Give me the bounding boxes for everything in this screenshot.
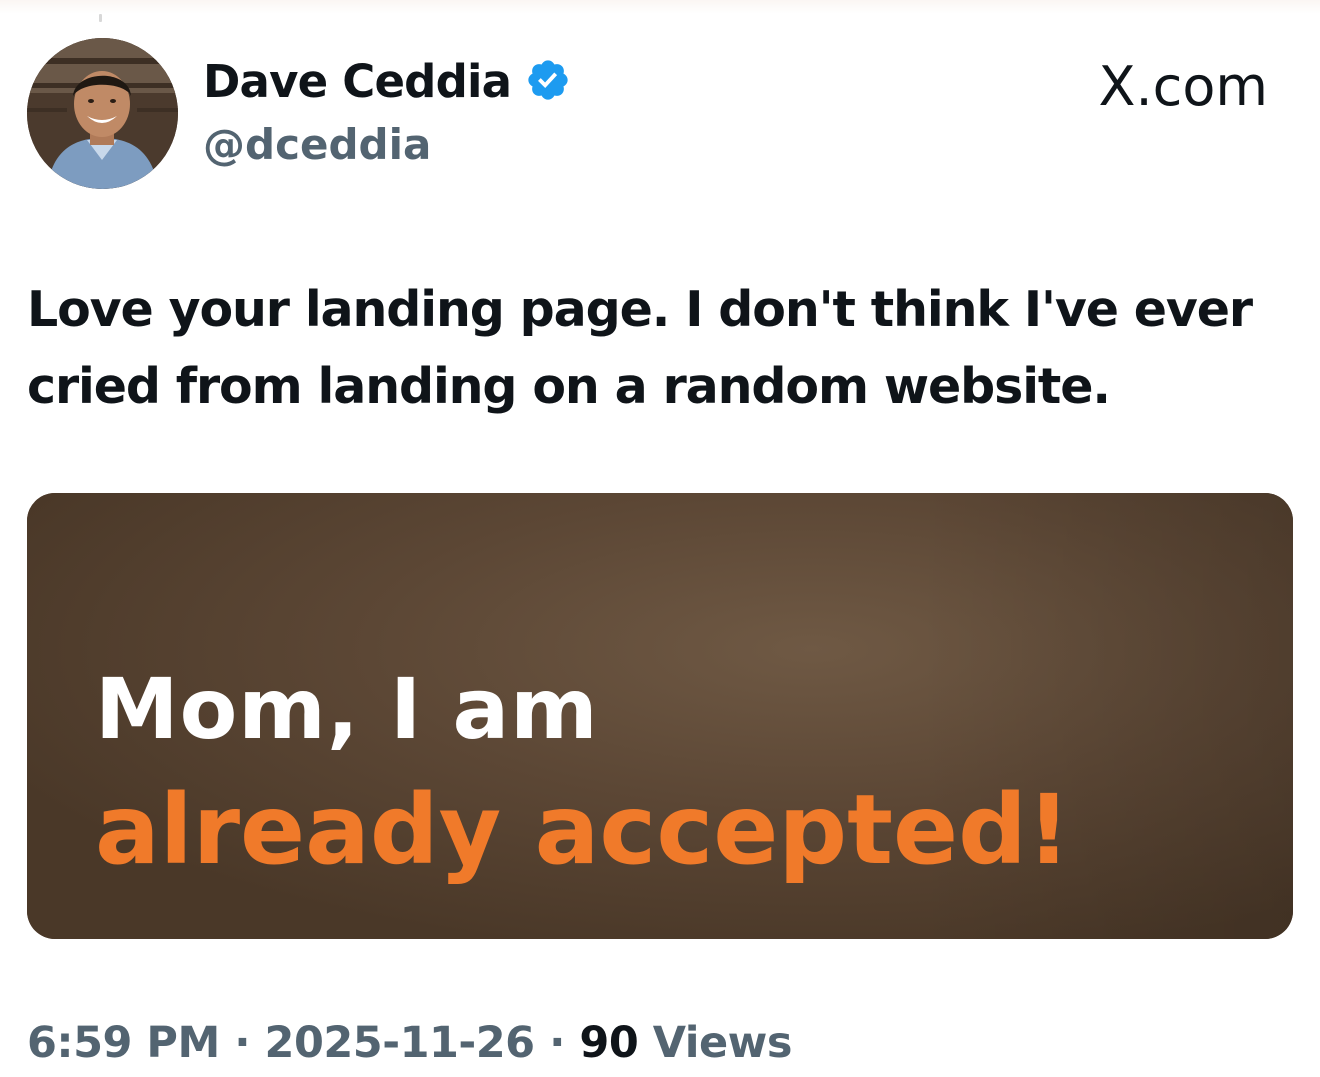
tweet-media-image[interactable]: Mom, I am already accepted! xyxy=(27,493,1293,939)
tweet-date[interactable]: 2025-11-26 xyxy=(265,1018,536,1068)
meta-separator: · xyxy=(234,1018,251,1068)
x-logo-icon[interactable]: X.com xyxy=(1099,52,1269,122)
meta-separator: · xyxy=(549,1018,565,1068)
media-line-1: Mom, I am xyxy=(95,660,599,758)
avatar[interactable] xyxy=(27,38,178,189)
views-count: 90 xyxy=(579,1018,639,1068)
views-label: Views xyxy=(652,1018,793,1068)
tweet-text: Love your landing page. I don't think I'… xyxy=(27,281,1253,415)
tweet-time[interactable]: 6:59 PM xyxy=(27,1018,220,1068)
top-edge-strip xyxy=(0,0,1320,14)
top-edge-tick xyxy=(99,14,102,22)
verified-badge-icon xyxy=(525,57,571,103)
media-line-2: already accepted! xyxy=(95,774,1071,886)
author-handle[interactable]: @dceddia xyxy=(203,116,431,174)
tweet-meta: 6:59 PM · 2025-11-26 · 90 Views xyxy=(27,1012,793,1074)
author-display-name[interactable]: Dave Ceddia xyxy=(203,52,512,112)
